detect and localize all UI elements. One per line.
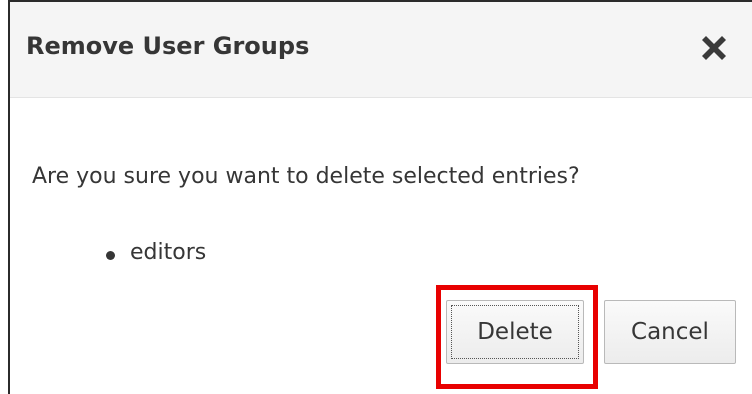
dialog-title: Remove User Groups xyxy=(26,32,310,60)
entry-label: editors xyxy=(130,240,207,265)
selected-entries-list: editors xyxy=(106,240,206,265)
delete-button-label: Delete xyxy=(477,319,553,345)
delete-button[interactable]: Delete xyxy=(446,300,584,364)
close-x-icon xyxy=(702,36,726,60)
confirmation-message: Are you sure you want to delete selected… xyxy=(32,164,580,189)
remove-user-groups-dialog: Remove User Groups Are you sure you want… xyxy=(8,0,752,394)
cancel-button-label: Cancel xyxy=(631,319,709,345)
close-button[interactable] xyxy=(696,32,732,68)
bullet-icon xyxy=(106,251,115,260)
dialog-header: Remove User Groups xyxy=(10,2,752,98)
cancel-button[interactable]: Cancel xyxy=(604,300,736,364)
list-item: editors xyxy=(106,240,206,265)
